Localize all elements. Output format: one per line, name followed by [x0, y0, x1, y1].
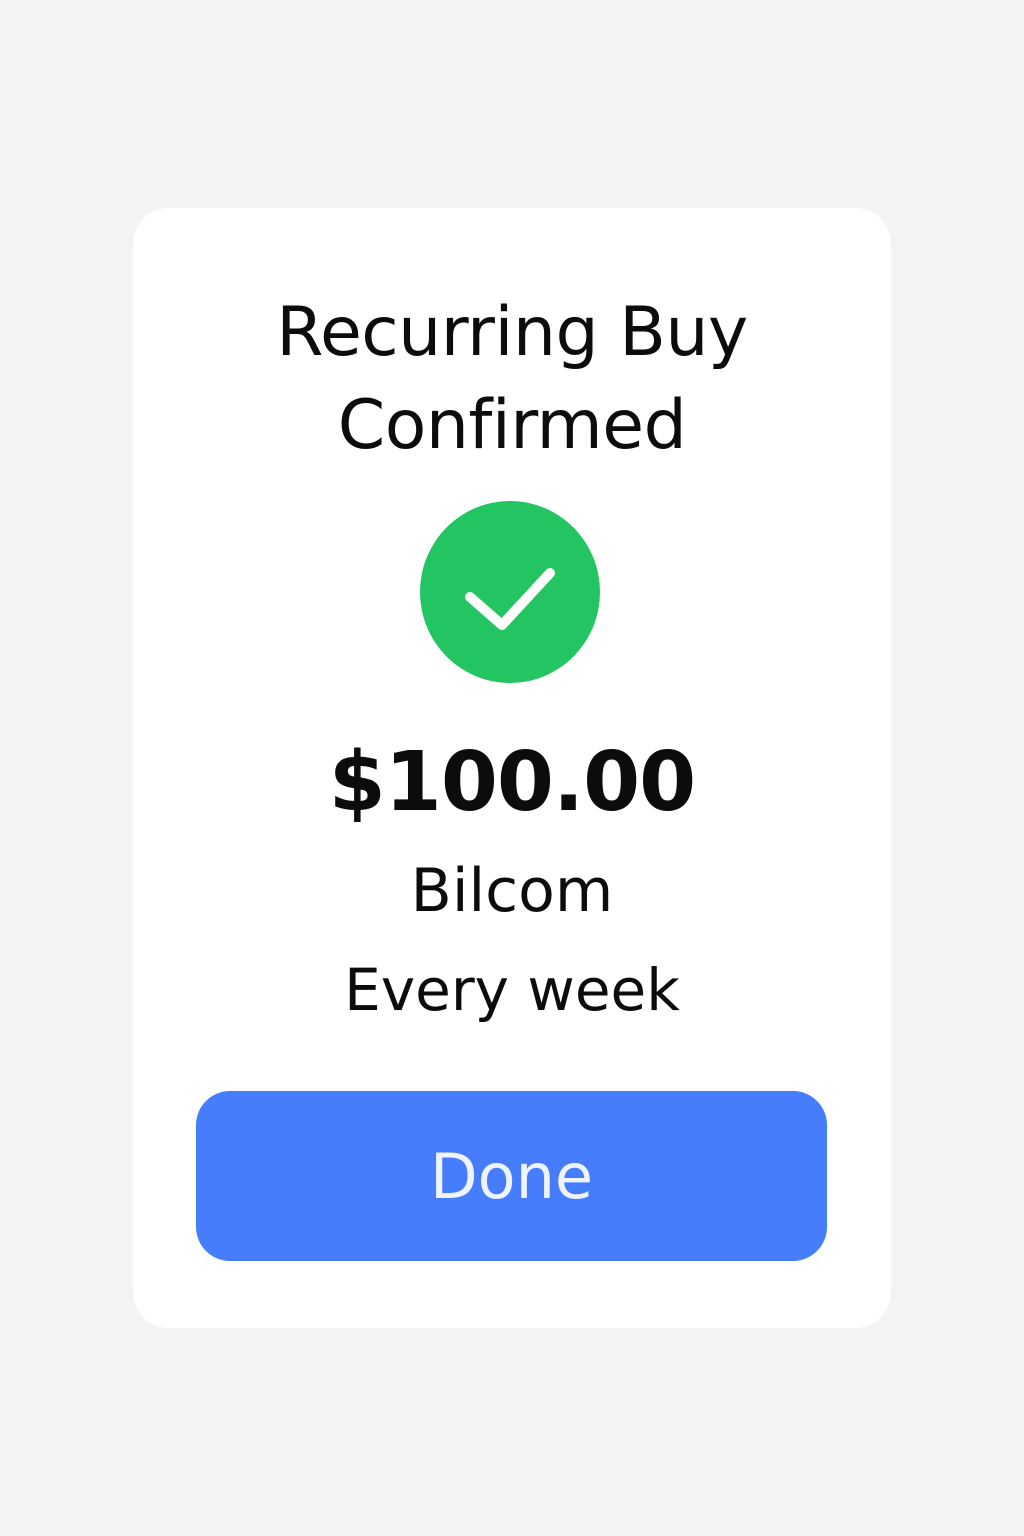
confirmation-card: Recurring Buy Confirmed $100.00 Bilcom E… [133, 208, 891, 1328]
dialog-title: Recurring Buy Confirmed [133, 286, 891, 472]
title-line-2: Confirmed [337, 386, 687, 465]
check-circle-icon [420, 501, 600, 683]
title-line-1: Recurring Buy [276, 293, 748, 372]
buy-frequency: Every week [344, 956, 680, 1024]
purchase-amount: $100.00 [328, 735, 696, 830]
asset-name: Bilcom [410, 856, 614, 926]
done-button[interactable]: Done [196, 1091, 827, 1261]
checkmark-icon [465, 568, 555, 630]
